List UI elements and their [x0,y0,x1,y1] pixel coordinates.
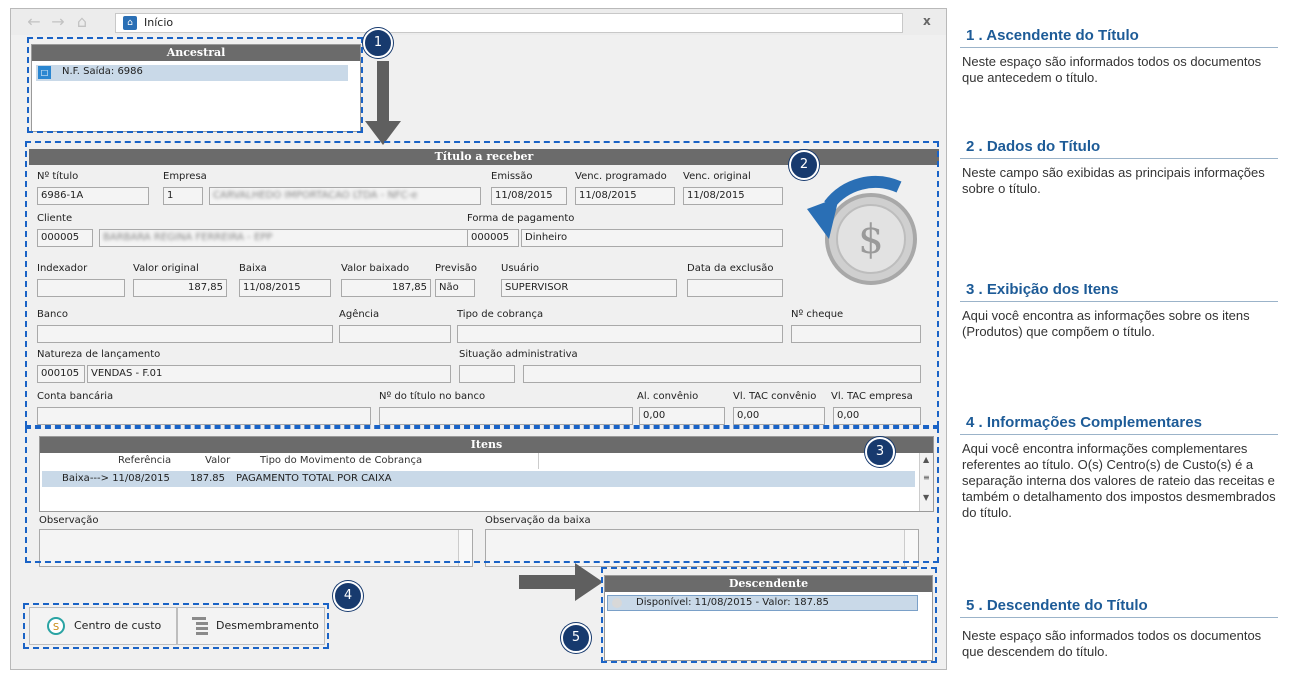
close-button[interactable]: x [923,14,931,28]
section-text-4: Aqui você encontra informações complemen… [962,441,1276,520]
forward-arrow-icon[interactable]: → [49,13,67,31]
tab-title: Início [144,16,174,29]
highlight-titulo [25,141,939,427]
badge-4: 4 [333,581,363,611]
title-bar: ← → ⌂ ⌂ Início x [11,9,946,35]
highlight-botoes [23,603,329,649]
section-text-5: Neste espaço são informados todos os doc… [962,628,1262,659]
badge-5: 5 [561,623,591,653]
highlight-ancestral [27,37,363,133]
arrow-right-icon [519,563,603,601]
highlight-itens [25,427,939,563]
section-title-1: 1 . Ascendente do Título [966,27,1139,44]
highlight-descendente [601,567,937,663]
section-text-1: Neste espaço são informados todos os doc… [962,54,1262,85]
section-divider [960,301,1278,302]
section-text-2: Neste campo são exibidas as principais i… [962,165,1265,196]
section-divider [960,158,1278,159]
badge-3: 3 [865,437,895,467]
section-title-3: 3 . Exibição dos Itens [966,281,1119,298]
arrow-down-icon [365,61,401,145]
badge-1: 1 [363,28,393,58]
section-divider [960,617,1278,618]
home-tab-icon: ⌂ [123,16,137,30]
back-arrow-icon[interactable]: ← [25,13,43,31]
app-window: ← → ⌂ ⌂ Início x Ancestral □ N.F. Saída:… [10,8,947,670]
section-title-5: 5 . Descendente do Título [966,597,1148,614]
badge-2: 2 [789,150,819,180]
section-divider [960,47,1278,48]
home-icon[interactable]: ⌂ [73,13,91,31]
tab-inicio[interactable]: ⌂ Início [115,13,903,33]
section-text-3: Aqui você encontra as informações sobre … [962,308,1250,339]
section-title-4: 4 . Informações Complementares [966,414,1202,431]
section-divider [960,434,1278,435]
section-title-2: 2 . Dados do Título [966,138,1101,155]
